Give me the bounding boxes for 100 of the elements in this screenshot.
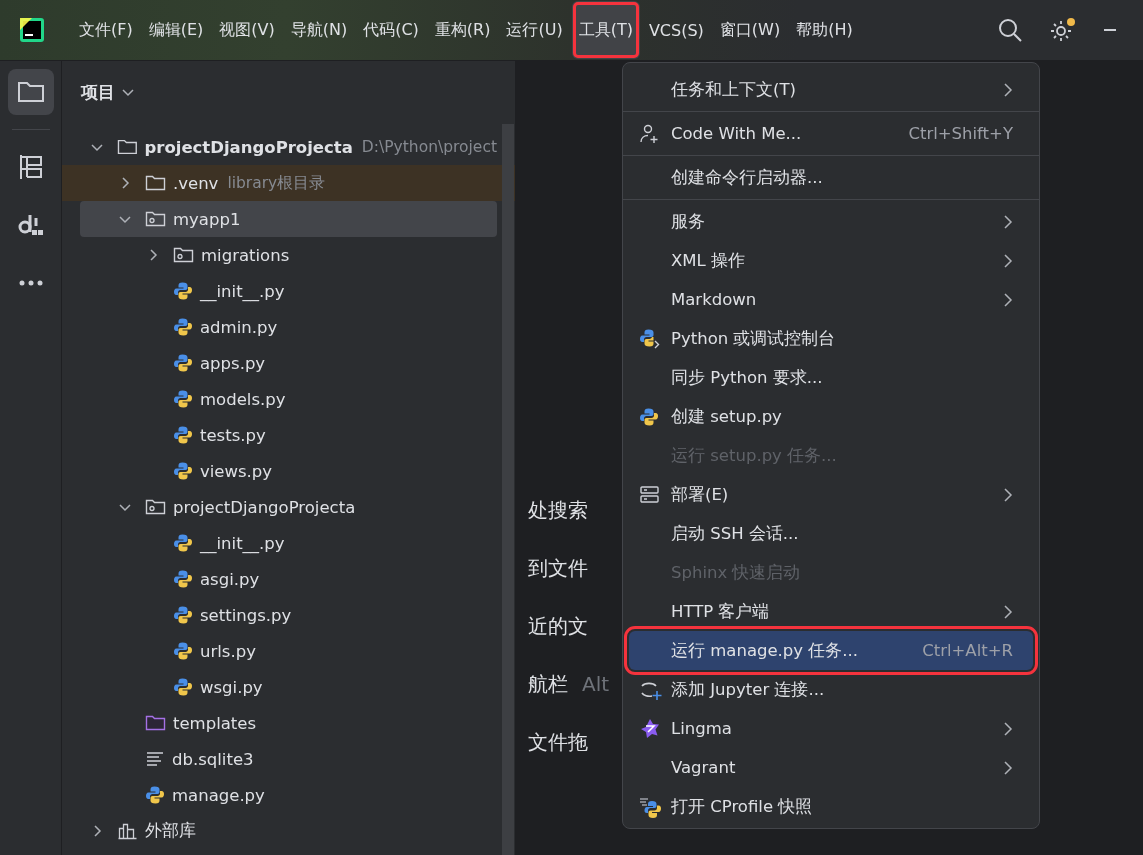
menu-bar-item[interactable]: VCS(S) [641,1,711,59]
menu-item[interactable]: 任务和上下文(T) [629,70,1033,109]
project-tool-button[interactable] [7,69,54,115]
library-icon [117,822,138,840]
python-file-icon [173,569,193,589]
menu-bar-item[interactable]: 文件(F) [72,1,140,59]
tree-item[interactable]: apps.py [142,345,497,381]
tree-item[interactable]: 外部库 [86,813,497,849]
tree-item[interactable]: __init__.py [142,525,497,561]
menu-item[interactable]: 部署(E) [629,475,1033,514]
menu-bar-item[interactable]: 窗口(W) [712,1,788,59]
menu-item[interactable]: 服务 [629,202,1033,241]
tree-item-label: models.py [200,389,286,409]
menu-bar-item[interactable]: 导航(N) [283,1,355,59]
menu-item[interactable]: 添加 Jupyter 连接... [629,670,1033,709]
folder-icon [145,174,166,192]
tree-item[interactable]: admin.py [142,309,497,345]
star-logo-icon [639,717,661,740]
editor-hint: 处搜索 [528,496,588,524]
menu-bar-item[interactable]: 编辑(E) [141,1,211,59]
tree-item[interactable]: __init__.py [142,273,497,309]
editor-hint: 近的文 [528,612,588,640]
tree-item[interactable]: asgi.py [142,561,497,597]
menu-bar-item[interactable]: 运行(U) [499,1,570,59]
menu-bar-item[interactable]: 代码(C) [356,1,426,59]
tree-item-label: projectDjangoProjecta [173,497,356,517]
packages-icon [16,212,45,238]
menu-item[interactable]: 创建命令行启动器... [629,158,1033,197]
tree-item[interactable]: urls.py [142,633,497,669]
tree-item[interactable]: tests.py [142,417,497,453]
menu-item[interactable]: HTTP 客户端 [629,592,1033,631]
package-folder-icon [173,246,194,264]
panel-title[interactable]: 项目 [81,80,115,104]
tree-item[interactable]: templates [114,705,497,741]
python-file-icon [173,353,193,373]
menu-item[interactable]: 打开 CProfile 快照 [629,787,1033,826]
tree-item-label: myapp1 [173,209,241,229]
scrollbar[interactable] [502,124,514,855]
menu-item[interactable]: 创建 setup.py [629,397,1033,436]
python-file-icon [173,281,193,301]
python-file-icon [173,533,193,553]
editor-hint: 文件拖 [528,728,588,756]
python-file-icon [173,317,193,337]
python-file-icon [173,425,193,445]
shortcut-label: Ctrl+Alt+R [922,641,1013,660]
tree-item[interactable]: migrations [142,237,497,273]
tree-item[interactable]: manage.py [114,777,497,813]
menu-item[interactable]: Lingma [629,709,1033,748]
folder-icon [16,80,45,104]
tree-item-label: __init__.py [200,281,285,301]
menu-item[interactable]: Code With Me... Ctrl+Shift+Y [629,114,1033,153]
tree-item-label: views.py [200,461,273,481]
menu-bar-item[interactable]: 视图(V) [212,1,282,59]
more-icon [17,279,44,287]
python-file-icon [173,641,193,661]
menu-item[interactable]: Python 或调试控制台 [629,319,1033,358]
tree-item-label: urls.py [200,641,256,661]
tree-item[interactable]: settings.py [142,597,497,633]
tree-item[interactable]: db.sqlite3 [114,741,497,777]
tree-item-label: apps.py [200,353,266,373]
python-icon [639,406,659,427]
tree-item[interactable]: wsgi.py [142,669,497,705]
tree-item-label: projectDjangoProjecta [144,137,353,157]
menu-bar-item[interactable]: 重构(R) [427,1,498,59]
tree-item-hint: library根目录 [227,172,326,194]
tree-item[interactable]: myapp1 [80,201,497,237]
python-file-icon [173,605,193,625]
tree-item-label: tests.py [200,425,266,445]
tree-item-label: migrations [201,245,290,265]
tree-item-label: asgi.py [200,569,260,589]
shortcut-label: Ctrl+Shift+Y [908,124,1013,143]
menu-item[interactable]: Markdown [629,280,1033,319]
tree-item[interactable]: views.py [142,453,497,489]
tree-item-label: templates [173,713,257,733]
tree-item-label: 外部库 [145,820,196,842]
python-file-icon [173,461,193,481]
menu-item[interactable]: 同步 Python 要求... [629,358,1033,397]
menu-item[interactable]: XML 操作 [629,241,1033,280]
menu-bar-item[interactable]: 帮助(H) [789,1,860,59]
tree-item[interactable]: models.py [142,381,497,417]
menu-bar-item[interactable]: 工具(T) [571,1,640,59]
tree-item-label: admin.py [200,317,278,337]
menu-item[interactable]: Vagrant [629,748,1033,787]
editor-hint: 到文件 [528,554,588,582]
python-file-icon [173,389,193,409]
tree-item-label: settings.py [200,605,292,625]
folder-icon [145,714,166,732]
tree-item-label: __init__.py [200,533,285,553]
menu-item[interactable]: 启动 SSH 会话... [629,514,1033,553]
settings-icon[interactable] [1049,16,1077,44]
package-folder-icon [145,210,166,228]
python-file-icon [145,785,165,805]
app-logo-icon[interactable] [20,18,44,42]
search-icon[interactable] [997,17,1023,43]
tree-item[interactable]: projectDjangoProjecta D:\Python\project [86,129,497,165]
editor-hint: 航栏 [528,670,568,698]
tree-item-label: wsgi.py [200,677,263,697]
structure-icon [17,153,44,181]
shortcut-hint: Alt [582,672,610,696]
tree-item[interactable]: projectDjangoProjecta [114,489,497,525]
